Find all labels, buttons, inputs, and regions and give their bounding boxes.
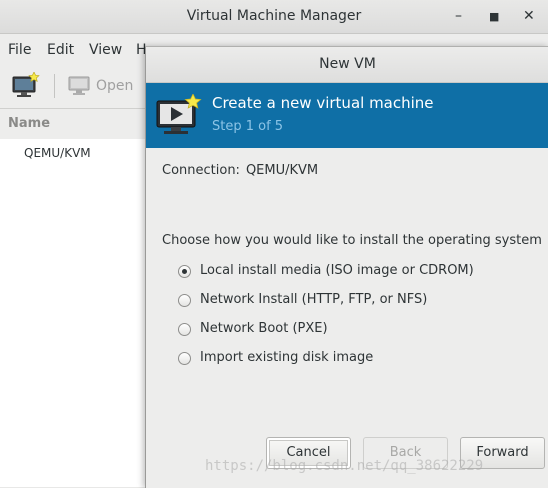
- new-vm-icon: [12, 71, 40, 97]
- menu-edit[interactable]: Edit: [47, 42, 74, 58]
- radio-button[interactable]: [178, 352, 191, 365]
- toolbar-separator: [54, 74, 55, 98]
- step-indicator: Step 1 of 5: [212, 119, 284, 134]
- watermark: https://blog.csdn.net/qq_38622229: [205, 458, 484, 474]
- open-button[interactable]: Open: [68, 76, 133, 98]
- maximize-icon[interactable]: ■: [489, 8, 499, 26]
- wizard-banner: Create a new virtual machine Step 1 of 5: [146, 83, 548, 148]
- banner-title: Create a new virtual machine: [212, 94, 434, 112]
- connection-label: Connection:: [162, 163, 240, 178]
- radio-button-checked[interactable]: [178, 265, 191, 278]
- install-method-prompt: Choose how you would like to install the…: [162, 233, 542, 248]
- minimize-icon[interactable]: –: [455, 7, 462, 25]
- connection-value: QEMU/KVM: [245, 163, 319, 178]
- window-title: Virtual Machine Manager: [186, 8, 362, 24]
- monitor-icon: [68, 76, 90, 95]
- radio-button[interactable]: [178, 294, 191, 307]
- dialog-titlebar[interactable]: New VM: [146, 47, 548, 83]
- new-vm-dialog: New VM Create a new virtual machine Step…: [145, 46, 548, 488]
- radio-label: Network Boot (PXE): [200, 321, 328, 336]
- dialog-title: New VM: [319, 56, 376, 72]
- menu-file[interactable]: File: [8, 42, 31, 58]
- close-icon[interactable]: ✕: [523, 7, 535, 25]
- radio-button[interactable]: [178, 323, 191, 336]
- column-header-name[interactable]: Name: [8, 116, 50, 131]
- new-vm-button[interactable]: [12, 71, 40, 98]
- radio-label: Network Install (HTTP, FTP, or NFS): [200, 292, 428, 307]
- radio-label: Import existing disk image: [200, 350, 374, 365]
- main-titlebar[interactable]: Virtual Machine Manager – ■ ✕: [0, 0, 548, 34]
- open-label: Open: [96, 78, 134, 94]
- menu-view[interactable]: View: [89, 42, 122, 58]
- radio-label: Local install media (ISO image or CDROM): [200, 263, 474, 278]
- list-item[interactable]: QEMU/KVM: [24, 146, 91, 160]
- connection-line: Connection: QEMU/KVM: [162, 163, 318, 178]
- new-vm-icon: [156, 94, 202, 134]
